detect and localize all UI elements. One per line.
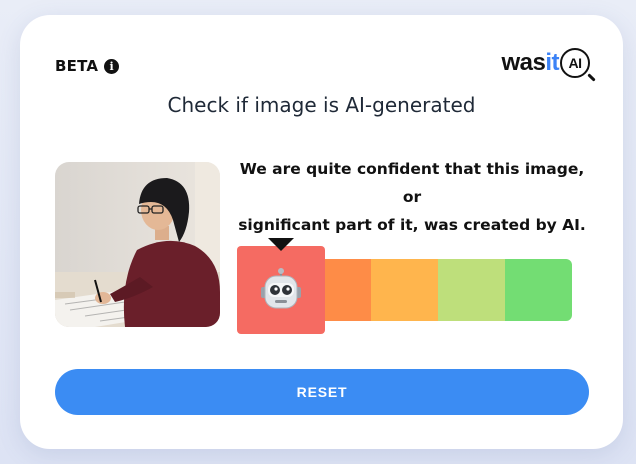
logo-ai-magnifier-icon: AI — [560, 48, 590, 78]
scale-segment-5 — [505, 259, 572, 321]
scale-selected-marker — [237, 246, 325, 334]
scale-segment-3 — [371, 259, 438, 321]
page-title: Check if image is AI-generated — [167, 93, 476, 117]
wasitai-logo[interactable]: was it AI — [501, 48, 590, 78]
reset-button[interactable]: RESET — [55, 369, 589, 415]
beta-label: BETA — [55, 57, 99, 75]
info-icon[interactable]: i — [104, 58, 120, 74]
result-message-line-2: significant part of it, was created by A… — [238, 216, 586, 234]
beta-badge: BETA i — [55, 57, 120, 75]
result-message-line-1: We are quite confident that this image, … — [239, 160, 585, 206]
logo-text-was: was — [501, 49, 546, 76]
detector-card: BETA i was it AI Check if image is AI-ge… — [20, 15, 623, 449]
robot-icon — [261, 268, 301, 309]
uploaded-image-illustration — [55, 162, 220, 327]
uploaded-image — [55, 162, 220, 327]
result-message: We are quite confident that this image, … — [232, 155, 592, 239]
scale-pointer — [268, 238, 294, 251]
logo-text-it: it — [545, 49, 559, 76]
scale-segment-4 — [438, 259, 505, 321]
